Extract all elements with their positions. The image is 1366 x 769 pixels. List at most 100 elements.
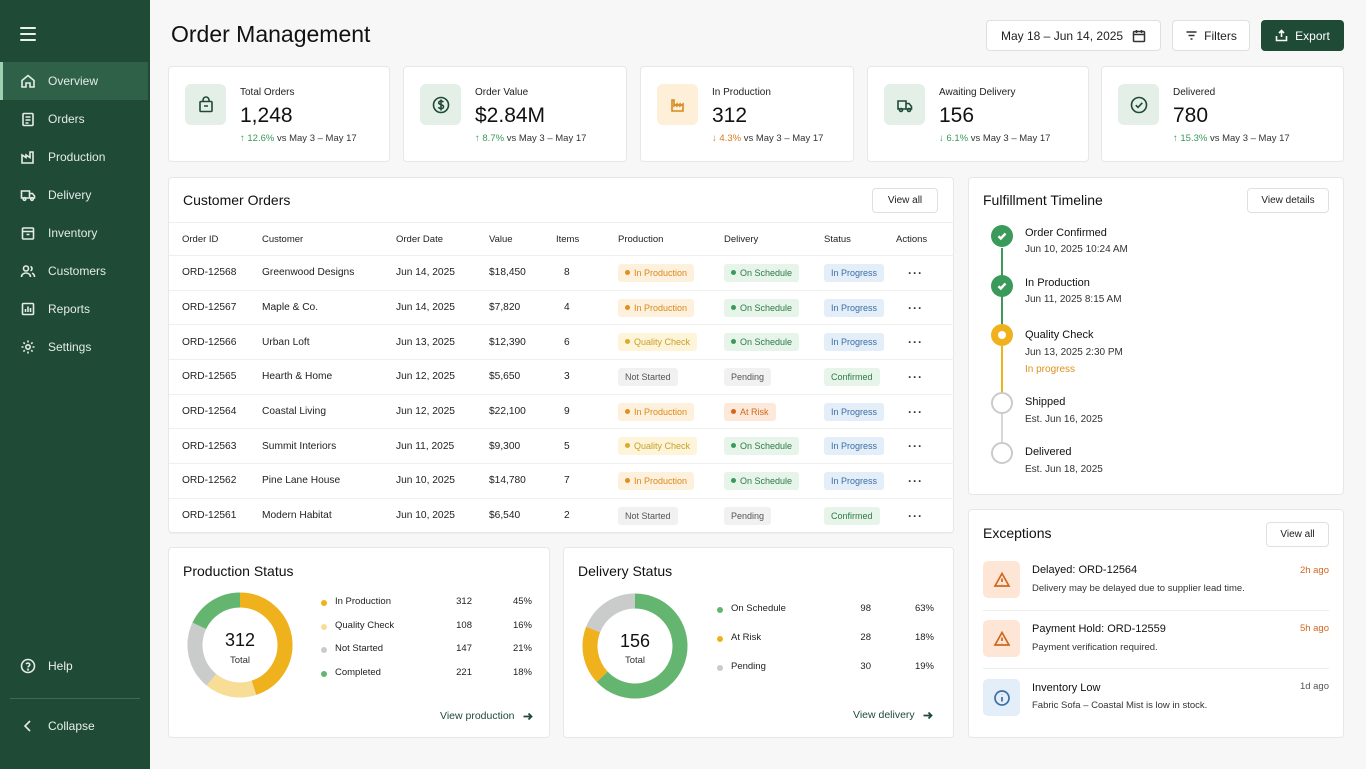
order-items: 9 — [556, 394, 618, 430]
more-actions-icon[interactable]: ··· — [908, 474, 923, 488]
legend-swatch — [321, 623, 327, 630]
delivery-cell: On Schedule — [724, 290, 824, 326]
sidebar-item-label: Inventory — [48, 226, 98, 240]
pending-step-icon — [991, 392, 1013, 414]
production-cell: In Production — [618, 290, 724, 326]
orders-view-all-button[interactable]: View all — [872, 188, 938, 213]
donut-center-label: Total — [229, 655, 251, 666]
table-header-row: Order ID Customer Order Date Value Items… — [169, 222, 954, 256]
sidebar-item-delivery[interactable]: Delivery — [0, 176, 148, 214]
sidebar-divider — [10, 698, 140, 699]
link-label: View delivery — [853, 709, 915, 721]
legend-swatch — [717, 607, 723, 613]
production-cell: Not Started — [618, 359, 724, 395]
view-details-button[interactable]: View details — [1247, 188, 1329, 213]
column-header[interactable]: Delivery — [724, 222, 824, 256]
order-id[interactable]: ORD-12566 — [169, 324, 262, 361]
exceptions-view-all-button[interactable]: View all — [1266, 522, 1329, 547]
column-header[interactable]: Items — [556, 222, 618, 256]
table-row[interactable]: ORD-12563 Summit Interiors Jun 11, 2025 $9,… — [169, 428, 954, 465]
column-header[interactable]: Value — [489, 222, 556, 256]
table-row[interactable]: ORD-12564 Coastal Living Jun 12, 2025 $22,1… — [169, 394, 954, 430]
more-actions-icon[interactable]: ··· — [908, 266, 923, 280]
table-row[interactable]: ORD-12565 Hearth & Home Jun 12, 2025 $5,650… — [169, 359, 954, 395]
status-badge: Confirmed — [824, 506, 880, 525]
sidebar: Overview Orders Production Delivery Inve… — [0, 0, 150, 769]
help-icon — [20, 658, 36, 674]
legend-row: In Production 312 45% — [321, 596, 532, 610]
customer-name: Hearth & Home — [262, 359, 396, 395]
more-actions-icon[interactable]: ··· — [908, 370, 923, 384]
view-production-link[interactable]: View production — [440, 710, 533, 722]
column-header[interactable]: Order ID — [169, 222, 262, 256]
export-button[interactable]: Export — [1261, 20, 1344, 51]
column-header[interactable]: Production — [618, 222, 724, 256]
order-date: Jun 13, 2025 — [396, 324, 489, 361]
hamburger-menu-icon[interactable] — [20, 27, 36, 41]
donut-slice-quality-check[interactable] — [206, 673, 257, 698]
column-header[interactable]: Order Date — [396, 222, 489, 256]
timeline-step-title: Delivered — [1025, 446, 1072, 458]
donut-slice-completed[interactable] — [192, 592, 241, 630]
sidebar-item-settings[interactable]: Settings — [0, 328, 148, 366]
more-actions-icon[interactable]: ··· — [908, 301, 923, 315]
customer-name: Greenwood Designs — [262, 255, 396, 291]
donut-slice-pending[interactable] — [586, 593, 636, 633]
order-id[interactable]: ORD-12564 — [169, 394, 262, 430]
production-badge: In Production — [618, 263, 695, 282]
table-row[interactable]: ORD-12567 Maple & Co. Jun 14, 2025 $7,820 4 I… — [169, 290, 954, 326]
order-date: Jun 14, 2025 — [396, 255, 489, 291]
sidebar-item-customers[interactable]: Customers — [0, 252, 148, 290]
production-cell: In Production — [618, 394, 724, 430]
more-actions-icon[interactable]: ··· — [908, 439, 923, 453]
sidebar-item-orders[interactable]: Orders — [0, 100, 148, 138]
customer-name: Modern Habitat — [262, 498, 396, 534]
timeline-step-title: Shipped — [1025, 396, 1066, 408]
table-row[interactable]: ORD-12562 Pine Lane House Jun 10, 2025 $14,… — [169, 463, 954, 499]
order-id[interactable]: ORD-12563 — [169, 428, 262, 465]
order-id[interactable]: ORD-12568 — [169, 255, 262, 291]
shopping-bag-icon — [185, 84, 226, 125]
actions-cell: ··· — [896, 290, 954, 326]
delivery-badge: On Schedule — [724, 333, 800, 352]
column-header[interactable]: Customer — [262, 222, 396, 256]
donut-center-value: 156 — [619, 631, 651, 651]
donut-center-label: Total — [624, 655, 646, 666]
order-id[interactable]: ORD-12567 — [169, 290, 262, 326]
column-header[interactable]: Status — [824, 222, 896, 256]
more-actions-icon[interactable]: ··· — [908, 509, 923, 523]
order-value: $18,450 — [489, 255, 556, 291]
order-id[interactable]: ORD-12565 — [169, 359, 262, 395]
order-date: Jun 12, 2025 — [396, 394, 489, 430]
bar-chart-icon — [20, 301, 36, 317]
legend-label: On Schedule — [731, 603, 786, 614]
sidebar-item-production[interactable]: Production — [0, 138, 148, 176]
legend-percent: 18% — [512, 666, 532, 678]
sidebar-item-inventory[interactable]: Inventory — [0, 214, 148, 252]
date-range-picker[interactable]: May 18 – Jun 14, 2025 — [986, 20, 1161, 51]
kpi-label: In Production — [712, 87, 771, 98]
legend-value: 147 — [456, 643, 472, 654]
truck-icon — [20, 187, 36, 203]
kpi-in-production: In Production 312 ↓ 4.3% vs May 3 – May … — [640, 66, 854, 162]
actions-cell: ··· — [896, 359, 954, 395]
more-actions-icon[interactable]: ··· — [908, 335, 923, 349]
status-badge: In Progress — [824, 437, 885, 456]
timeline-step-time: Est. Jun 16, 2025 — [1025, 414, 1103, 425]
kpi-label: Delivered — [1173, 87, 1216, 98]
more-actions-icon[interactable]: ··· — [908, 405, 923, 419]
order-id[interactable]: ORD-12562 — [169, 463, 262, 499]
table-row[interactable]: ORD-12566 Urban Loft Jun 13, 2025 $12,390 6 Q… — [169, 324, 954, 361]
order-id[interactable]: ORD-12561 — [169, 498, 262, 534]
actions-cell: ··· — [896, 463, 954, 499]
filters-button[interactable]: Filters — [1172, 20, 1250, 51]
sidebar-item-reports[interactable]: Reports — [0, 290, 148, 328]
help-link[interactable]: Help — [20, 658, 73, 674]
collapse-button[interactable]: Collapse — [20, 718, 95, 734]
sidebar-item-overview[interactable]: Overview — [0, 62, 148, 100]
sidebar-item-label: Reports — [48, 302, 91, 316]
order-value: $12,390 — [489, 324, 556, 361]
table-row[interactable]: ORD-12568 Greenwood Designs Jun 14, 2025 $1… — [169, 255, 954, 291]
table-row[interactable]: ORD-12561 Modern Habitat Jun 10, 2025 $6,54… — [169, 498, 954, 534]
view-delivery-link[interactable]: View delivery — [853, 709, 933, 721]
